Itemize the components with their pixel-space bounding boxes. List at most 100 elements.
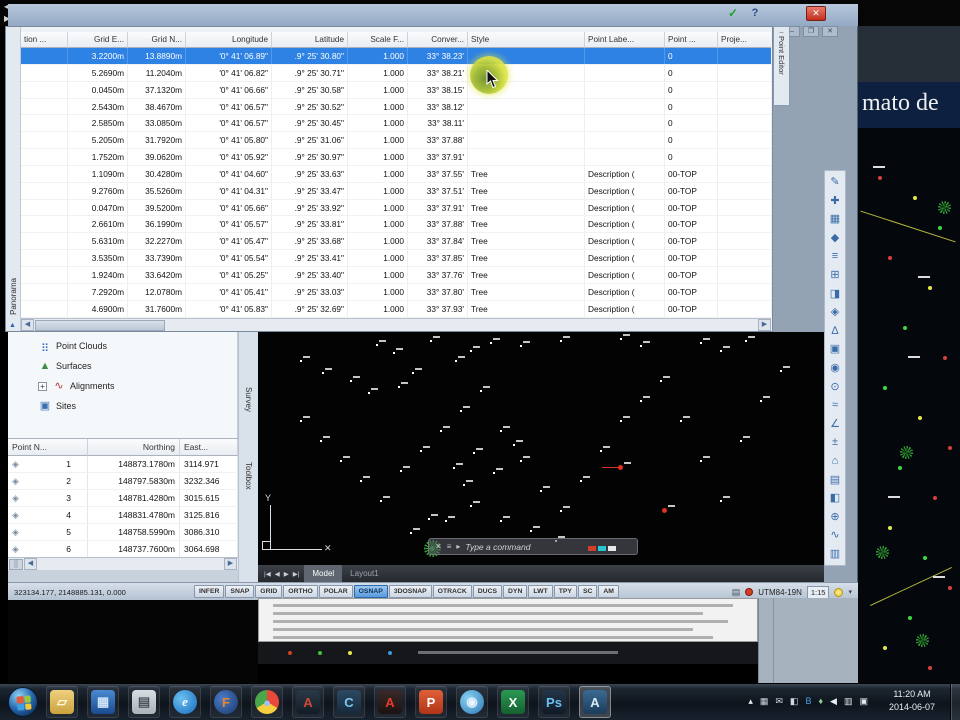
easting-cell[interactable]: 3064.698 [180,541,238,557]
collapse-arrow-icon[interactable]: ▲ [9,322,16,329]
panorama-cell[interactable]: 30.4280m [128,165,186,182]
panorama-row[interactable]: 5.6310m 32.2270m '0° 41' 05.47" .9° 25' 33.… [21,233,771,251]
show-desktop-button[interactable] [950,684,960,720]
panorama-cell[interactable]: 0 [665,115,718,132]
northing-cell[interactable]: 148781.4280m [88,490,180,506]
panorama-cell[interactable]: 11.2040m [128,64,186,81]
panorama-cell[interactable]: Description ( [585,283,665,300]
layout-nav-icon[interactable]: |◀ [264,570,271,578]
panorama-cell[interactable]: 39.5200m [128,199,186,216]
shade-icon[interactable]: ◧ [826,489,844,508]
taskbar-internet-explorer-icon[interactable]: e [169,686,201,718]
customize-icon[interactable]: ≡ [447,542,452,551]
column-header[interactable]: Grid E... [68,32,128,48]
panorama-cell[interactable] [585,132,665,149]
panorama-cell[interactable]: 1.000 [348,48,408,64]
command-input[interactable]: Type a command [465,542,530,552]
wave-icon[interactable]: ≈ [826,396,844,415]
point-list-row[interactable]: ◈ 6 148737.7600m 3064.698 [8,541,238,558]
message-icon[interactable]: ✉ [775,695,783,707]
help-button[interactable]: ? [748,7,762,21]
panorama-cell[interactable]: 1.000 [348,199,408,216]
panorama-cell[interactable] [21,199,68,216]
panorama-cell[interactable]: Tree [468,165,585,182]
point-list-row[interactable]: ◈ 3 148781.4280m 3015.615 [8,490,238,507]
panorama-cell[interactable]: 0.0470m [68,199,128,216]
tree-item-alignments[interactable]: + ∿ Alignments [8,376,237,396]
scroll-thumb[interactable] [35,320,165,331]
panorama-cell[interactable]: .9° 25' 30.45" [272,115,348,132]
panorama-cell[interactable]: 00-TOP [665,199,718,216]
panorama-cell[interactable]: 1.000 [348,266,408,283]
status-toggle-grid[interactable]: GRID [255,585,283,598]
column-header[interactable]: Conver... [408,32,468,48]
panorama-cell[interactable]: 0 [665,81,718,98]
column-header[interactable]: Point ... [665,32,718,48]
taskbar-civil3d-icon[interactable]: C [333,686,365,718]
panorama-cell[interactable]: .9° 25' 31.06" [272,132,348,149]
taskbar-google-earth-icon[interactable]: ◉ [456,686,488,718]
panorama-row[interactable]: 1.7520m 39.0620m '0° 41' 05.92" .9° 25' 30.… [21,149,771,166]
panorama-row[interactable]: 0.0470m 39.5200m '0° 41' 05.66" .9° 25' 33.… [21,199,771,217]
status-toggle-dyn[interactable]: DYN [503,585,528,598]
panorama-cell[interactable]: 00-TOP [665,250,718,266]
panorama-cell[interactable]: '0° 41' 05.92" [186,149,272,165]
close-icon[interactable]: ✕ [435,542,442,551]
panorama-cell[interactable]: 33° 38.23' [408,48,468,64]
northing-cell[interactable]: 148797.5830m [88,473,180,489]
panorama-cell[interactable]: Tree [468,199,585,216]
panorama-cell[interactable] [21,283,68,300]
panorama-cell[interactable] [718,250,771,266]
restore-icon[interactable]: ❐ [803,26,819,37]
scroll-right-icon[interactable]: ▶ [224,558,237,570]
table-icon[interactable]: ▥ [826,545,844,564]
column-header[interactable]: Proje... [718,32,771,48]
northing-cell[interactable]: 148737.7600m [88,541,180,557]
panorama-cell[interactable]: .9° 25' 33.47" [272,182,348,199]
list-icon[interactable]: ≡ [826,247,844,266]
panorama-cell[interactable] [21,182,68,199]
panorama-cell[interactable] [718,233,771,249]
panorama-cell[interactable]: 1.1090m [68,165,128,182]
panorama-row[interactable]: 7.2920m 12.0780m '0° 41' 05.41" .9° 25' 33.… [21,283,771,301]
panorama-cell[interactable]: Description ( [585,266,665,283]
taskbar-powerpoint-icon[interactable]: P [415,686,447,718]
curve-icon[interactable]: ∿ [826,526,844,545]
panorama-cell[interactable]: .9° 25' 33.92" [272,199,348,216]
panorama-cell[interactable]: 2.5430m [68,98,128,115]
panorama-cell[interactable]: 2.6610m [68,216,128,233]
layout-nav-icon[interactable]: ◀ [275,570,280,578]
show-hidden-icons[interactable]: ▴ [748,695,753,707]
circle-icon[interactable]: ◉ [826,359,844,378]
tab-survey[interactable]: Survey [244,387,253,412]
status-toggle-sc[interactable]: SC [577,585,598,598]
panorama-cell[interactable] [718,48,771,64]
taskbar-chrome-icon[interactable]: ● [251,686,283,718]
panorama-cell[interactable] [468,98,585,115]
panorama-cell[interactable]: 33° 38.21' [408,64,468,81]
panorama-cell[interactable]: 33° 37.76' [408,266,468,283]
panorama-cell[interactable]: 33° 37.93' [408,300,468,317]
panorama-cell[interactable]: '0° 41' 05.25" [186,266,272,283]
panorama-cell[interactable] [718,99,771,115]
panorama-cell[interactable]: 1.000 [348,115,408,132]
panorama-cell[interactable]: .9° 25' 33.03" [272,283,348,300]
northing-cell[interactable]: 148758.5990m [88,524,180,540]
panorama-cell[interactable]: .9° 25' 33.81" [272,216,348,233]
panorama-cell[interactable] [718,301,771,317]
panorama-cell[interactable]: 37.1320m [128,81,186,98]
panorama-cell[interactable]: 4.6900m [68,300,128,317]
northing-cell[interactable]: 148831.4780m [88,507,180,523]
panorama-row[interactable]: 2.5430m 38.4670m '0° 41' 06.57" .9° 25' 30.… [21,98,771,116]
panorama-cell[interactable] [468,115,585,132]
panorama-cell[interactable]: 33° 37.88' [408,216,468,233]
rows-icon[interactable]: ▤ [826,471,844,490]
panorama-row[interactable]: 9.2760m 35.5260m '0° 41' 04.31" .9° 25' 33.… [21,182,771,200]
panorama-cell[interactable] [21,300,68,317]
dot-circle-icon[interactable]: ⊙ [826,378,844,397]
panorama-cell[interactable]: 0 [665,132,718,149]
panorama-cell[interactable] [21,48,68,64]
tree-item-sites[interactable]: ▣ Sites [8,396,237,416]
panorama-cell[interactable]: 33.0850m [128,115,186,132]
panorama-cell[interactable] [718,166,771,182]
